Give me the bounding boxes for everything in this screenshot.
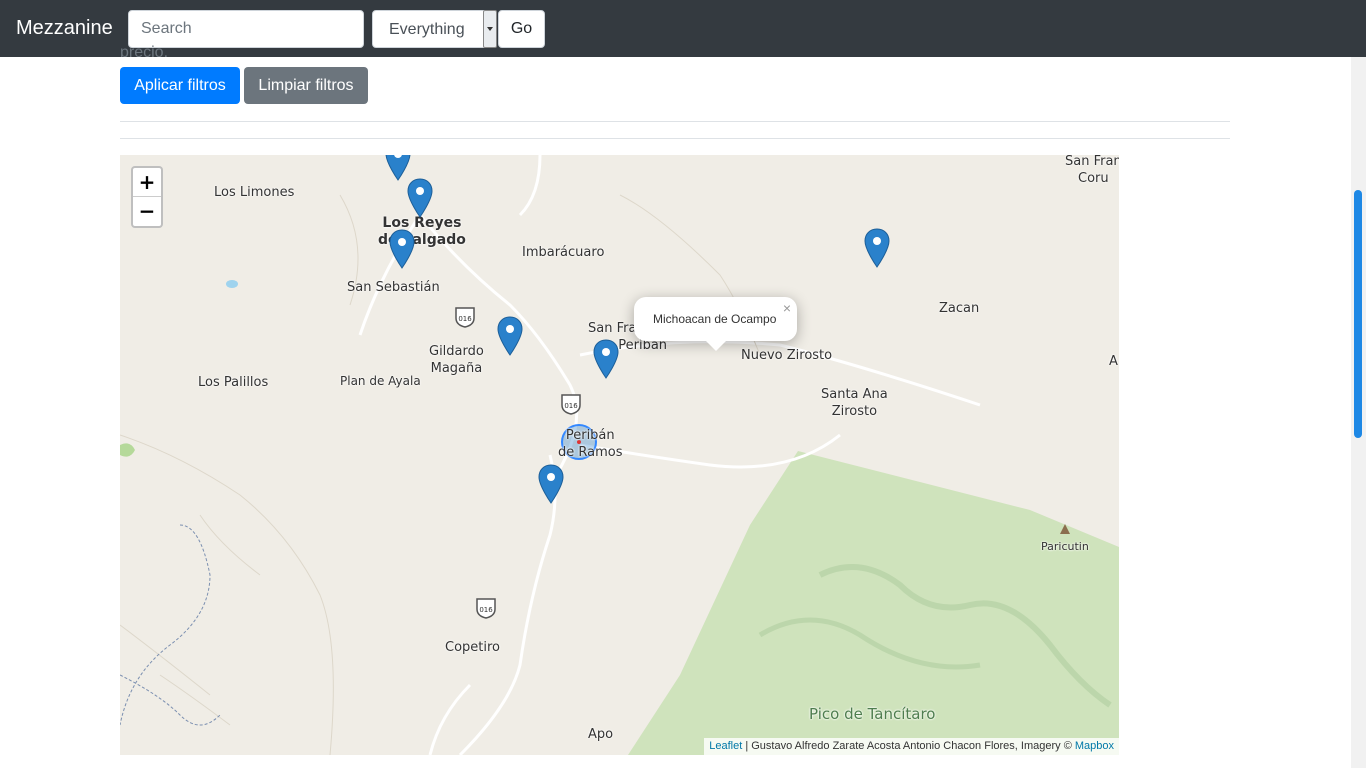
map-label: Zacan (939, 301, 980, 316)
map-marker-icon[interactable] (497, 316, 523, 356)
map-label: Santa Ana Zirosto (821, 387, 888, 419)
mapbox-link[interactable]: Mapbox (1075, 740, 1114, 752)
attribution-text: | Gustavo Alfredo Zarate Acosta Antonio … (742, 740, 1075, 752)
divider (120, 138, 1230, 139)
divider (120, 121, 1230, 122)
map-label: A (1109, 354, 1118, 369)
route-shield-icon: 016 (455, 307, 475, 328)
search-input[interactable] (128, 10, 364, 48)
map-popup: Michoacan de Ocampo × (634, 297, 797, 351)
filter-help-text: precio. (120, 44, 169, 57)
popup-tip (706, 341, 726, 351)
svg-text:016: 016 (458, 315, 472, 323)
map-label: Pico de Tancítaro (809, 705, 936, 723)
leaflet-link[interactable]: Leaflet (709, 740, 742, 752)
map-label: Plan de Ayala (340, 374, 421, 388)
map-label: Los Limones (214, 185, 295, 200)
search-scope-value: Everything (389, 21, 465, 38)
map-label: Peribán de Ramos (558, 428, 623, 460)
map-label: Copetiro (445, 640, 501, 655)
map-label: Los Palillos (198, 375, 269, 390)
map-label: Paricutin (1041, 540, 1089, 553)
zoom-in-button[interactable]: + (133, 168, 161, 197)
map-attribution: Leaflet | Gustavo Alfredo Zarate Acosta … (704, 738, 1119, 755)
map-marker-icon[interactable] (593, 339, 619, 379)
brand-logo[interactable]: Mezzanine (16, 17, 113, 40)
zoom-out-button[interactable]: − (133, 197, 161, 226)
zoom-control: + − (131, 166, 163, 228)
go-button[interactable]: Go (498, 10, 545, 48)
map-container[interactable]: 016 016 016 Los Limones Los Reyes de Sal… (120, 155, 1119, 755)
map-label: Gildardo Magaña (429, 344, 484, 376)
route-shield-icon: 016 (476, 598, 496, 619)
map-label: Imbarácuaro (522, 245, 605, 260)
map-marker-icon[interactable] (389, 229, 415, 269)
volcano-icon (1060, 524, 1070, 534)
route-shield-icon: 016 (561, 394, 581, 415)
map-label: San Fran Coru (1065, 155, 1119, 186)
map-label: San Sebastián (347, 280, 440, 295)
map-marker-icon[interactable] (864, 228, 890, 268)
clear-filters-button[interactable]: Limpiar filtros (244, 67, 368, 104)
popup-text: Michoacan de Ocampo (653, 312, 777, 326)
svg-text:016: 016 (479, 606, 493, 614)
chevron-down-icon[interactable] (483, 10, 497, 48)
map-label: Apo (588, 727, 614, 742)
map-label: Nuevo Zirosto (741, 348, 833, 363)
close-icon[interactable]: × (783, 300, 791, 316)
search-scope-select[interactable]: Everything (372, 10, 497, 48)
apply-filters-button[interactable]: Aplicar filtros (120, 67, 240, 104)
svg-text:016: 016 (564, 402, 578, 410)
map-marker-icon[interactable] (407, 178, 433, 218)
navbar: Mezzanine Everything Go (0, 0, 1366, 57)
map-marker-icon[interactable] (538, 464, 564, 504)
scrollbar-thumb[interactable] (1354, 190, 1362, 438)
